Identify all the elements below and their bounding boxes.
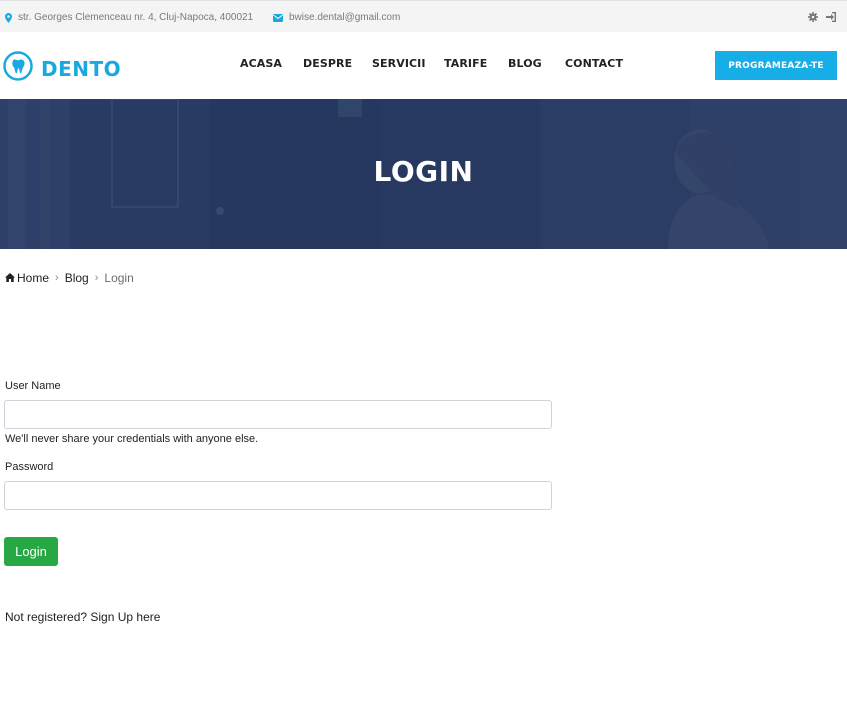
nav-item-acasa[interactable]: ACASA: [240, 57, 282, 70]
home-icon[interactable]: [5, 271, 15, 285]
page-title: LOGIN: [373, 155, 474, 188]
map-marker-icon: [5, 12, 12, 23]
sign-in-icon[interactable]: [826, 12, 837, 22]
top-info-bar: str. Georges Clemenceau nr. 4, Cluj-Napo…: [0, 0, 847, 32]
chevron-right-icon: ›: [94, 272, 99, 284]
breadcrumb: Home › Blog › Login: [5, 271, 134, 285]
site-header: DENTO ACASA DESPRE SERVICII TARIFE BLOG …: [0, 32, 847, 99]
envelope-icon: [273, 13, 283, 22]
username-help-text: We'll never share your credentials with …: [5, 433, 259, 445]
password-label: Password: [5, 461, 54, 473]
password-input[interactable]: [4, 481, 552, 510]
nav-item-tarife[interactable]: TARIFE: [444, 57, 487, 70]
page-hero-banner: LOGIN: [0, 99, 847, 249]
breadcrumb-blog[interactable]: Blog: [65, 271, 89, 285]
address-text: str. Georges Clemenceau nr. 4, Cluj-Napo…: [18, 12, 254, 23]
nav-item-blog[interactable]: BLOG: [508, 57, 542, 70]
email-text[interactable]: bwise.dental@gmail.com: [289, 12, 400, 23]
book-appointment-button[interactable]: PROGRAMEAZA-TE: [715, 51, 837, 80]
breadcrumb-current: Login: [104, 271, 134, 285]
username-label: User Name: [5, 380, 61, 392]
nav-item-contact[interactable]: CONTACT: [565, 57, 623, 70]
username-input[interactable]: [4, 400, 552, 429]
nav-item-despre[interactable]: DESPRE: [303, 57, 352, 70]
email-info[interactable]: bwise.dental@gmail.com: [273, 12, 400, 23]
chevron-right-icon: ›: [55, 272, 59, 284]
address-info: str. Georges Clemenceau nr. 4, Cluj-Napo…: [5, 12, 253, 23]
nav-item-servicii[interactable]: SERVICII: [372, 57, 426, 70]
gear-icon[interactable]: [808, 12, 818, 22]
login-button[interactable]: Login: [4, 537, 58, 566]
signup-link[interactable]: Not registered? Sign Up here: [5, 610, 160, 624]
breadcrumb-home[interactable]: Home: [17, 271, 49, 285]
